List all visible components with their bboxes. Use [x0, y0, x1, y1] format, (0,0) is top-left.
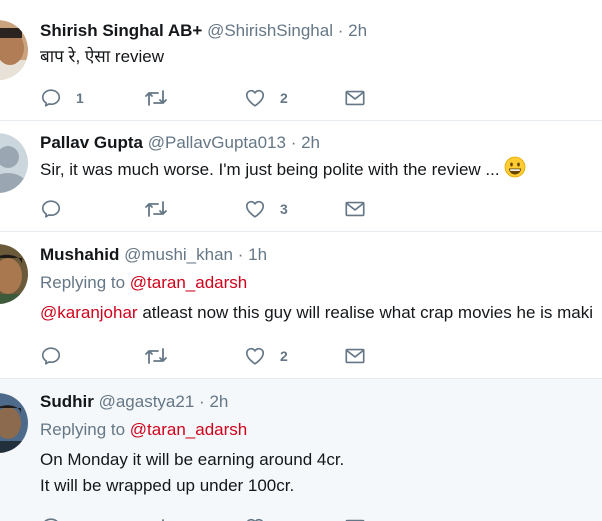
separator: · — [199, 392, 205, 411]
direct-message-icon — [344, 516, 366, 521]
retweet-button[interactable] — [144, 515, 168, 521]
retweet-button[interactable] — [144, 86, 168, 110]
mention-link[interactable]: @karanjohar — [40, 303, 138, 322]
author-name[interactable]: Pallav Gupta — [40, 133, 143, 152]
reply-count: 1 — [76, 90, 84, 106]
separator: · — [290, 133, 297, 152]
like-icon — [244, 516, 266, 521]
author-handle[interactable]: @ShirishSinghal — [207, 21, 333, 40]
like-icon — [244, 87, 266, 109]
replying-to: Replying to @taran_adarsh — [40, 270, 602, 296]
author-handle[interactable]: @agastya21 — [99, 392, 195, 411]
retweet-icon — [144, 345, 168, 367]
reply-button[interactable] — [40, 197, 62, 221]
reply-icon — [40, 87, 62, 109]
reply-icon — [40, 198, 62, 220]
like-count: 3 — [280, 201, 288, 217]
retweet-icon — [144, 87, 168, 109]
direct-message-button[interactable] — [344, 86, 366, 110]
replying-to-link[interactable]: @taran_adarsh — [130, 420, 247, 439]
tweet-text: On Monday it will be earning around 4cr. — [40, 450, 345, 469]
like-icon — [244, 345, 266, 367]
author-name[interactable]: Shirish Singhal AB+ — [40, 21, 202, 40]
tweet-text: Sir, it was much worse. I'm just being p… — [40, 160, 500, 179]
like-button[interactable]: 2 — [244, 344, 288, 368]
timestamp[interactable]: 1h — [248, 245, 267, 264]
like-icon — [244, 198, 266, 220]
tweet-1[interactable]: Shirish Singhal AB+ @ShirishSinghal · 2h… — [0, 0, 602, 121]
timestamp[interactable]: 2h — [301, 133, 320, 152]
timestamp[interactable]: 2h — [348, 21, 367, 40]
direct-message-button[interactable] — [344, 197, 366, 221]
separator: · — [237, 245, 244, 264]
reply-button[interactable] — [40, 344, 62, 368]
replying-to: Replying to @taran_adarsh — [40, 417, 602, 443]
avatar[interactable] — [0, 393, 28, 453]
direct-message-icon — [344, 198, 366, 220]
direct-message-icon — [344, 87, 366, 109]
avatar[interactable] — [0, 244, 28, 304]
replying-label: Replying to — [40, 420, 126, 439]
retweet-button[interactable] — [144, 344, 168, 368]
like-button[interactable]: 2 — [244, 86, 288, 110]
like-count: 2 — [280, 90, 288, 106]
tweet-4[interactable]: Sudhir @agastya21 · 2h Replying to @tara… — [0, 379, 602, 521]
author-handle[interactable]: @PallavGupta013 — [148, 133, 286, 152]
tweet-actions — [40, 515, 440, 521]
reply-button[interactable]: 1 — [40, 86, 84, 110]
tweet-2[interactable]: Pallav Gupta @PallavGupta013 · 2h Sir, i… — [0, 121, 602, 232]
author-name[interactable]: Mushahid — [40, 245, 119, 264]
like-count: 2 — [280, 348, 288, 364]
tweet-header: Pallav Gupta @PallavGupta013 · 2h — [40, 132, 602, 154]
tweet-actions: 3 — [40, 197, 440, 221]
tweet-text-line: @karanjohar atleast now this guy will re… — [40, 300, 602, 326]
avatar[interactable] — [0, 133, 28, 193]
reply-button[interactable] — [40, 515, 62, 521]
retweet-icon — [144, 516, 168, 521]
tweet-3[interactable]: Mushahid @mushi_khan · 1h Replying to @t… — [0, 232, 602, 379]
reply-icon — [40, 516, 62, 521]
like-button[interactable]: 3 — [244, 197, 288, 221]
tweet-actions: 1 2 — [40, 86, 440, 110]
retweet-icon — [144, 198, 168, 220]
grinning-face-emoji — [504, 156, 526, 186]
replying-to-link[interactable]: @taran_adarsh — [130, 273, 247, 292]
timestamp[interactable]: 2h — [209, 392, 228, 411]
tweet-text: It will be wrapped up under 100cr. — [40, 476, 295, 495]
tweet-actions: 2 — [40, 344, 440, 368]
tweet-text: atleast now this guy will realise what c… — [142, 303, 594, 322]
author-handle[interactable]: @mushi_khan — [124, 245, 233, 264]
tweet-header: Mushahid @mushi_khan · 1h — [40, 244, 602, 266]
tweet-text-line: Sir, it was much worse. I'm just being p… — [40, 156, 602, 186]
author-name[interactable]: Sudhir — [40, 392, 94, 411]
direct-message-icon — [344, 345, 366, 367]
direct-message-button[interactable] — [344, 515, 366, 521]
tweet-header: Sudhir @agastya21 · 2h — [40, 391, 602, 413]
retweet-button[interactable] — [144, 197, 168, 221]
reply-icon — [40, 345, 62, 367]
direct-message-button[interactable] — [344, 344, 366, 368]
avatar[interactable] — [0, 20, 28, 80]
separator: · — [337, 21, 344, 40]
replying-label: Replying to — [40, 273, 126, 292]
like-button[interactable] — [244, 515, 266, 521]
tweet-text: बाप रे, ऐसा review — [40, 47, 165, 66]
tweet-header: Shirish Singhal AB+ @ShirishSinghal · 2h — [40, 20, 602, 42]
